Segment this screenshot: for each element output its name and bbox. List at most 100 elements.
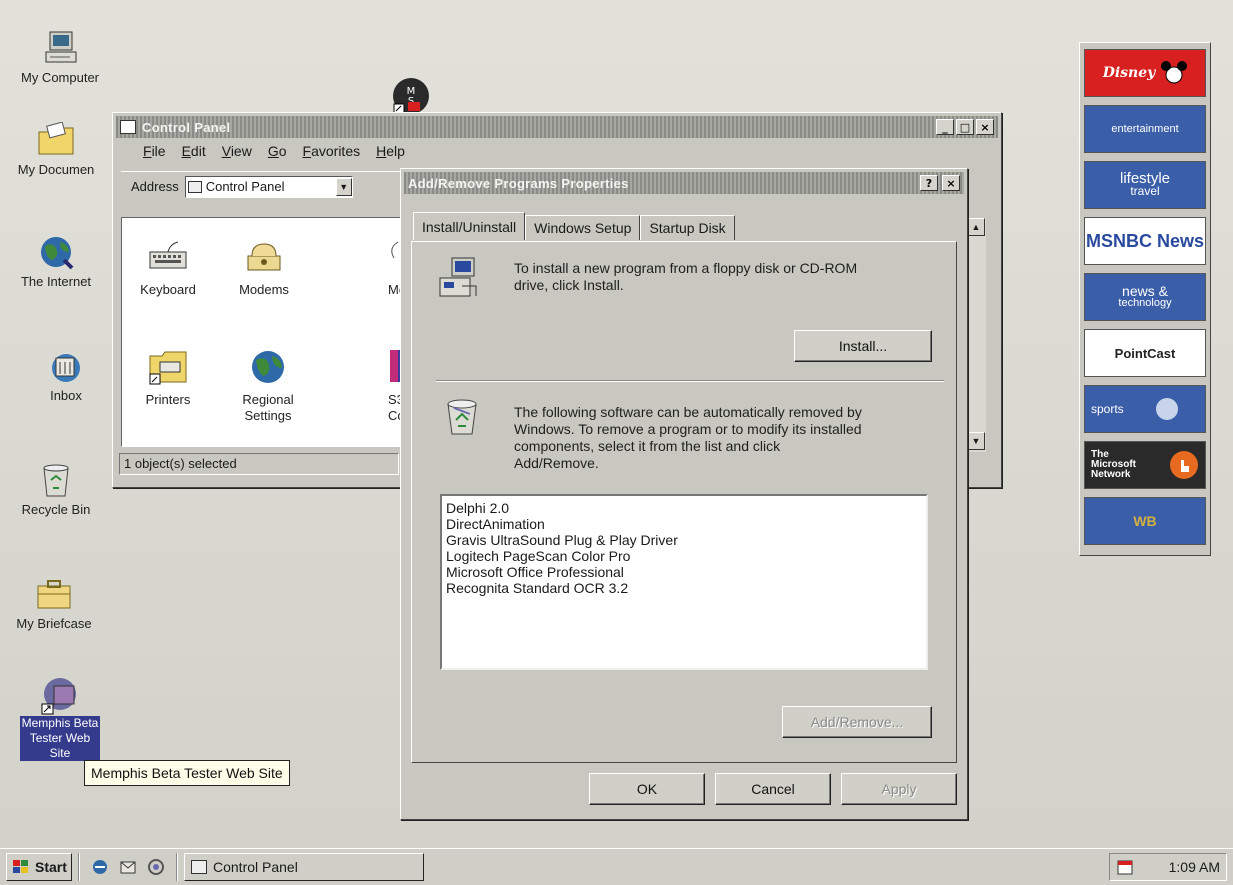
- printers-icon: [148, 348, 188, 386]
- menu-view[interactable]: View: [222, 143, 252, 159]
- desktop-icon-my-computer[interactable]: My Computer: [10, 30, 110, 86]
- channel-disney[interactable]: Disney: [1084, 49, 1206, 97]
- channel-sports[interactable]: sports: [1084, 385, 1206, 433]
- desktop-icon-memphis-beta[interactable]: Memphis Beta Tester Web Site: [10, 676, 110, 761]
- channel-msnbc-news[interactable]: MSNBC News: [1084, 217, 1206, 265]
- taskbar-divider: [78, 853, 80, 881]
- list-item[interactable]: Recognita Standard OCR 3.2: [446, 580, 922, 596]
- control-panel-scrollbar[interactable]: ▲ ▼: [966, 218, 986, 452]
- computer-icon: [40, 30, 80, 66]
- control-panel-small-icon: [120, 120, 136, 134]
- address-value: Control Panel: [205, 179, 285, 194]
- hand-pointer-icon: [1170, 451, 1198, 479]
- clock[interactable]: 1:09 AM: [1169, 859, 1220, 875]
- recycle-software-icon: [442, 398, 482, 438]
- add-remove-button[interactable]: Add/Remove...: [782, 706, 932, 738]
- desktop-icon-recycle-bin[interactable]: Recycle Bin: [6, 462, 106, 518]
- install-uninstall-panel: To install a new program from a floppy d…: [411, 241, 957, 763]
- maximize-button[interactable]: □: [956, 119, 974, 135]
- channel-pointcast[interactable]: PointCast: [1084, 329, 1206, 377]
- start-button[interactable]: Start: [6, 853, 72, 881]
- inbox-icon: [46, 348, 86, 384]
- cp-item-keyboard[interactable]: Keyboard: [126, 238, 210, 297]
- ok-button[interactable]: OK: [589, 773, 705, 805]
- windows-logo-icon: [13, 860, 28, 873]
- channel-msn[interactable]: The Microsoft Network: [1084, 441, 1206, 489]
- desktop-icon-inbox[interactable]: Inbox: [16, 348, 116, 404]
- menu-help[interactable]: Help: [376, 143, 405, 159]
- install-button[interactable]: Install...: [794, 330, 932, 362]
- menu-go[interactable]: Go: [268, 143, 287, 159]
- installed-programs-list[interactable]: Delphi 2.0 DirectAnimation Gravis UltraS…: [440, 494, 928, 670]
- desktop-icon-my-documents[interactable]: My Documen: [6, 121, 106, 178]
- list-item[interactable]: Delphi 2.0: [446, 500, 922, 516]
- address-label: Address: [131, 179, 179, 194]
- taskbar-divider: [176, 853, 178, 881]
- mickey-icon: [1161, 61, 1188, 84]
- channel-wb[interactable]: WB: [1084, 497, 1206, 545]
- minimize-button[interactable]: _: [936, 119, 954, 135]
- keyboard-icon: [148, 238, 188, 276]
- list-item[interactable]: Logitech PageScan Color Pro: [446, 548, 922, 564]
- section-separator: [436, 380, 944, 382]
- recycle-bin-icon: [36, 462, 76, 498]
- close-button[interactable]: ×: [976, 119, 994, 135]
- ie-icon[interactable]: [91, 858, 109, 876]
- dialog-close-button[interactable]: ×: [942, 175, 960, 191]
- desktop-icon-the-internet[interactable]: The Internet: [6, 234, 106, 290]
- tab-windows-setup[interactable]: Windows Setup: [525, 215, 641, 240]
- scheduler-icon[interactable]: [1116, 858, 1136, 876]
- ball-icon: [1155, 398, 1178, 420]
- tab-startup-disk[interactable]: Startup Disk: [640, 215, 735, 240]
- list-item[interactable]: DirectAnimation: [446, 516, 922, 532]
- remove-instructions: The following software can be automatica…: [514, 404, 862, 471]
- cp-item-printers[interactable]: Printers: [126, 348, 210, 407]
- control-panel-menubar: File Edit View Go Favorites Help: [121, 143, 405, 159]
- dialog-title: Add/Remove Programs Properties: [408, 175, 629, 191]
- scroll-down-button[interactable]: ▼: [967, 432, 985, 450]
- control-panel-address-icon: [187, 180, 202, 193]
- channel-lifestyle-travel[interactable]: lifestyle travel: [1084, 161, 1206, 209]
- desktop: My Computer My Documen The Internet Inbo…: [0, 0, 1233, 848]
- menu-favorites[interactable]: Favorites: [303, 143, 361, 159]
- cp-item-label: Keyboard: [140, 282, 196, 297]
- address-field[interactable]: Control Panel ▼: [184, 175, 353, 198]
- web-shortcut-icon: [40, 676, 80, 715]
- taskbar: Start Control Panel 1:09 AM: [0, 848, 1233, 885]
- address-bar: Address Control Panel ▼: [121, 171, 401, 201]
- folder-icon: [36, 121, 76, 158]
- list-item[interactable]: Microsoft Office Professional: [446, 564, 922, 580]
- cp-item-label: Regional Settings: [242, 392, 294, 423]
- scroll-track[interactable]: [967, 236, 986, 432]
- channel-bar: Disney entertainment lifestyle travel MS…: [1079, 42, 1211, 556]
- desktop-icon-my-briefcase[interactable]: My Briefcase: [4, 576, 104, 632]
- cancel-button[interactable]: Cancel: [715, 773, 831, 805]
- scroll-up-button[interactable]: ▲: [967, 218, 985, 236]
- cp-item-regional-settings[interactable]: Regional Settings: [226, 348, 310, 424]
- tooltip: Memphis Beta Tester Web Site: [84, 760, 290, 786]
- msn-shortcut-icon[interactable]: MS: [390, 76, 430, 116]
- control-panel-task-icon: [191, 860, 207, 874]
- tab-install-uninstall[interactable]: Install/Uninstall: [413, 212, 526, 240]
- address-dropdown-button[interactable]: ▼: [335, 177, 352, 196]
- menu-file[interactable]: File: [143, 143, 166, 159]
- dialog-tabs: Install/Uninstall Windows Setup Startup …: [413, 212, 735, 240]
- control-panel-title: Control Panel: [142, 119, 231, 135]
- apply-button[interactable]: Apply: [841, 773, 957, 805]
- help-button[interactable]: ?: [920, 175, 938, 191]
- menu-edit[interactable]: Edit: [182, 143, 206, 159]
- taskbar-item-control-panel[interactable]: Control Panel: [184, 853, 424, 881]
- dialog-titlebar[interactable]: Add/Remove Programs Properties ? ×: [404, 172, 964, 194]
- cp-item-s3[interactable]: S3 Co: [338, 348, 408, 424]
- list-item[interactable]: Gravis UltraSound Plug & Play Driver: [446, 532, 922, 548]
- install-program-icon: [438, 256, 482, 300]
- system-tray: 1:09 AM: [1109, 853, 1227, 881]
- channel-entertainment[interactable]: entertainment: [1084, 105, 1206, 153]
- cp-item-modems[interactable]: Modems: [222, 238, 306, 297]
- channel-news-technology[interactable]: news & technology: [1084, 273, 1206, 321]
- outlook-icon[interactable]: [119, 858, 137, 876]
- add-remove-dialog: Add/Remove Programs Properties ? × Insta…: [400, 168, 968, 820]
- channels-icon[interactable]: [147, 858, 165, 876]
- regional-globe-icon: [248, 348, 288, 386]
- control-panel-titlebar[interactable]: Control Panel _ □ ×: [116, 116, 998, 138]
